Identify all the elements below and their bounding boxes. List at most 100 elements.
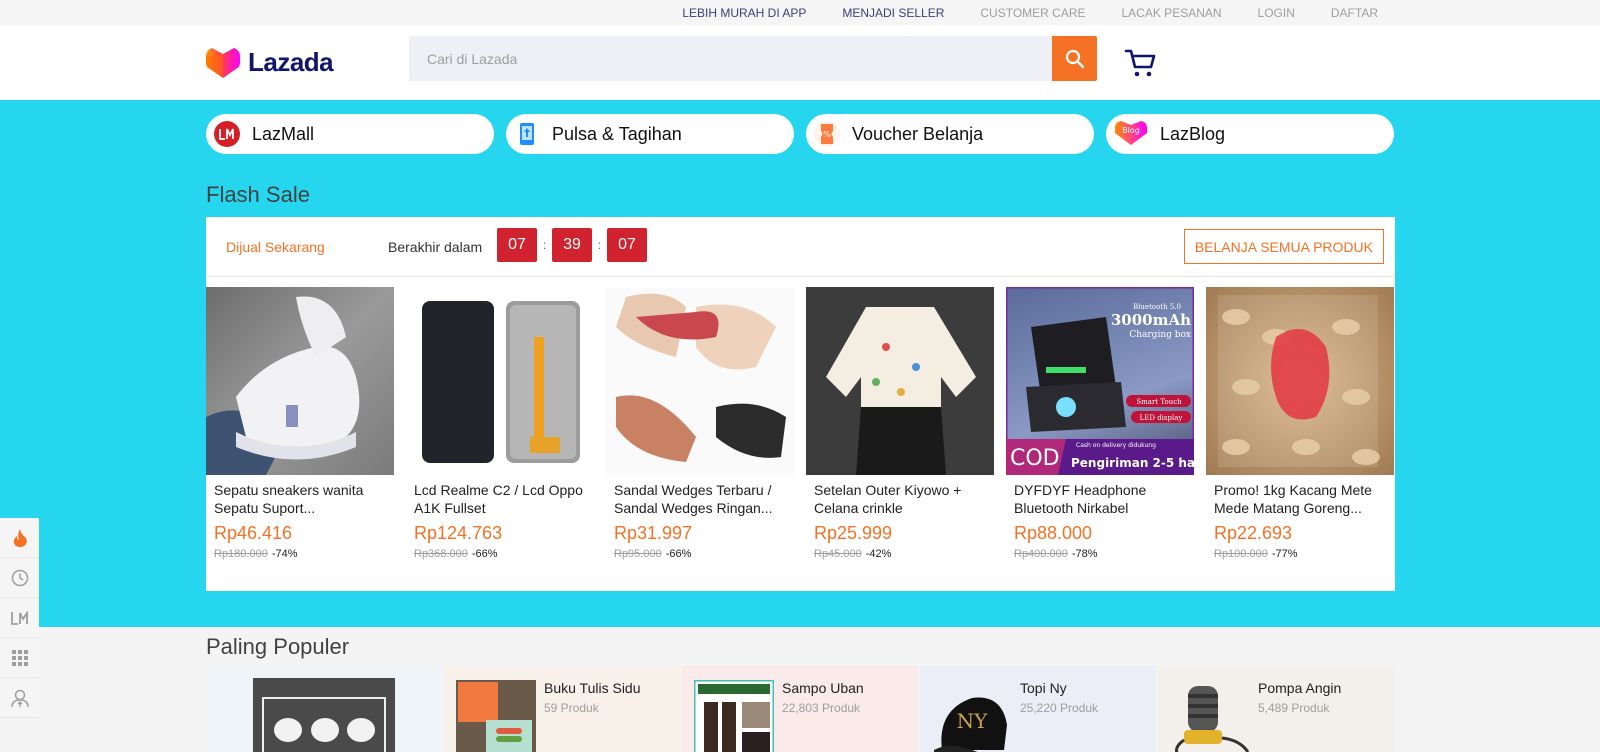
product-card[interactable]: Promo! 1kg Kacang Mete Mede Matang Goren… [1206, 287, 1394, 560]
side-lazmall[interactable] [0, 598, 39, 638]
popular-item-count: 25,220 Produk [1020, 701, 1099, 715]
shop-all-button[interactable]: BELANJA SEMUA PRODUK [1183, 229, 1384, 264]
product-discount: -78% [1071, 548, 1098, 560]
link-customer-care[interactable]: CUSTOMER CARE [980, 6, 1085, 20]
popular-categories: Buku Tulis Sidu 59 Produk Sampo Uban 22,… [206, 666, 1394, 752]
svg-text:%: % [823, 130, 831, 139]
phone-topup-icon [514, 121, 540, 147]
popular-title: Paling Populer [206, 634, 350, 659]
popular-item-name: Topi Ny [1020, 680, 1067, 696]
flash-sale-panel: Dijual Sekarang Berakhir dalam 07 : 39 :… [206, 217, 1395, 591]
chip-voucher[interactable]: % Voucher Belanja [806, 114, 1094, 154]
popular-item[interactable]: NY Topi Ny 25,220 Produk [920, 666, 1156, 752]
chip-lazmall[interactable]: LazMall [206, 114, 494, 154]
popular-item-image: NY [934, 697, 1007, 752]
countdown-separator: : [597, 238, 602, 252]
countdown-timer: 07 : 39 : 07 [497, 228, 647, 262]
chip-label: LazMall [252, 123, 315, 144]
svg-text:Pengiriman 2-5 hari: Pengiriman 2-5 hari [1071, 456, 1194, 470]
link-login[interactable]: LOGIN [1258, 6, 1295, 20]
flash-sale-title: Flash Sale [206, 182, 310, 207]
blog-icon: Blog [1114, 121, 1148, 147]
link-seller[interactable]: MENJADI SELLER [842, 6, 944, 20]
link-track-order[interactable]: LACAK PESANAN [1122, 6, 1222, 20]
product-image [1206, 287, 1394, 475]
popular-item-name: Pompa Angin [1258, 680, 1342, 696]
popular-item-name: Buku Tulis Sidu [544, 680, 641, 696]
chip-lazblog[interactable]: Blog LazBlog [1106, 114, 1394, 154]
side-history[interactable] [0, 558, 39, 598]
flash-sale-status: Dijual Sekarang [226, 239, 325, 255]
popular-item-count: 5,489 Produk [1258, 701, 1330, 715]
countdown-seconds: 07 [607, 228, 647, 262]
side-categories[interactable] [0, 638, 39, 678]
popular-item-image [1175, 686, 1250, 752]
lazada-logo[interactable]: Lazada [206, 47, 334, 78]
brand-name: Lazada [248, 47, 334, 77]
product-price: Rp46.416 [214, 523, 293, 543]
top-bar: LEBIH MURAH DI APP MENJADI SELLER CUSTOM… [0, 0, 1600, 25]
flash-sale-icon [13, 528, 27, 547]
product-discount: -66% [665, 548, 692, 560]
header: Lazada [0, 25, 1600, 100]
flash-sale-header: Dijual Sekarang Berakhir dalam 07 : 39 :… [206, 217, 1395, 277]
chip-label: LazBlog [1160, 123, 1226, 144]
search-bar [409, 36, 1097, 81]
product-card[interactable]: Setelan Outer Kiyowo + Celana crinkle Rp… [806, 287, 994, 560]
product-discount: -42% [865, 548, 892, 560]
popular-item[interactable]: Buku Tulis Sidu 59 Produk [444, 666, 680, 752]
product-card[interactable]: Bluetooth 5.0 3000mAh Charging box Smart… [1006, 287, 1194, 560]
countdown-separator: : [542, 238, 547, 252]
voucher-icon: % [814, 121, 840, 147]
link-signup[interactable]: DAFTAR [1331, 6, 1378, 20]
product-original-price: Rp368.000 [414, 548, 468, 560]
product-original-price: Rp180.000 [214, 548, 268, 560]
product-name: Setelan Outer Kiyowo + Celana crinkle [814, 482, 962, 516]
search-button[interactable] [1052, 36, 1097, 81]
history-icon [11, 569, 28, 586]
categories-icon [11, 649, 28, 666]
product-price: Rp22.693 [1214, 523, 1293, 543]
product-image [406, 287, 594, 475]
popular-item-image [253, 678, 395, 752]
cart-icon[interactable] [1124, 47, 1158, 79]
link-app[interactable]: LEBIH MURAH DI APP [682, 6, 806, 20]
popular-item[interactable] [206, 666, 442, 752]
svg-text:Bluetooth 5.0: Bluetooth 5.0 [1133, 303, 1181, 311]
product-discount: -74% [271, 548, 298, 560]
product-price: Rp88.000 [1014, 523, 1093, 543]
top-links: LEBIH MURAH DI APP MENJADI SELLER CUSTOM… [646, 6, 1378, 20]
product-name: Lcd Realme C2 / Lcd Oppo A1K Fullset [414, 482, 583, 516]
chip-pulsa[interactable]: Pulsa & Tagihan [506, 114, 794, 154]
quick-links: LazMall Pulsa & Tagihan % Voucher Belanj… [206, 114, 1394, 154]
popular-item[interactable]: Pompa Angin 5,489 Produk [1158, 666, 1394, 752]
side-flash-sale[interactable] [0, 518, 39, 558]
product-card[interactable]: Sandal Wedges Terbaru / Sandal Wedges Ri… [606, 287, 794, 560]
popular-item-name: Sampo Uban [782, 680, 864, 696]
product-image: Bluetooth 5.0 3000mAh Charging box Smart… [1006, 287, 1194, 475]
svg-text:NY: NY [957, 709, 989, 733]
product-original-price-row: Rp368.000 -66% [414, 548, 586, 560]
product-card[interactable]: Sepatu sneakers wanita Sepatu Suport... … [206, 287, 394, 560]
popular-item[interactable]: Sampo Uban 22,803 Produk [682, 666, 918, 752]
product-image [606, 287, 794, 475]
product-price: Rp25.999 [814, 523, 893, 543]
product-name: Sandal Wedges Terbaru / Sandal Wedges Ri… [614, 482, 773, 516]
product-image [806, 287, 994, 475]
product-original-price: Rp95.000 [614, 548, 662, 560]
svg-text:COD: COD [1010, 446, 1060, 471]
side-toolbar [0, 518, 39, 718]
svg-text:LED display: LED display [1140, 414, 1183, 422]
product-original-price-row: Rp180.000 -74% [214, 548, 386, 560]
product-card[interactable]: Lcd Realme C2 / Lcd Oppo A1K Fullset Rp1… [406, 287, 594, 560]
chip-label: Pulsa & Tagihan [552, 123, 682, 144]
product-original-price: Rp100.000 [1214, 548, 1268, 560]
account-icon [10, 689, 29, 707]
product-original-price: Rp45.000 [814, 548, 862, 560]
side-account[interactable] [0, 678, 39, 718]
search-icon [1065, 49, 1084, 68]
chip-label: Voucher Belanja [852, 123, 984, 144]
search-input[interactable] [409, 36, 1039, 81]
product-original-price: Rp400.000 [1014, 548, 1068, 560]
countdown-hours: 07 [497, 228, 537, 262]
